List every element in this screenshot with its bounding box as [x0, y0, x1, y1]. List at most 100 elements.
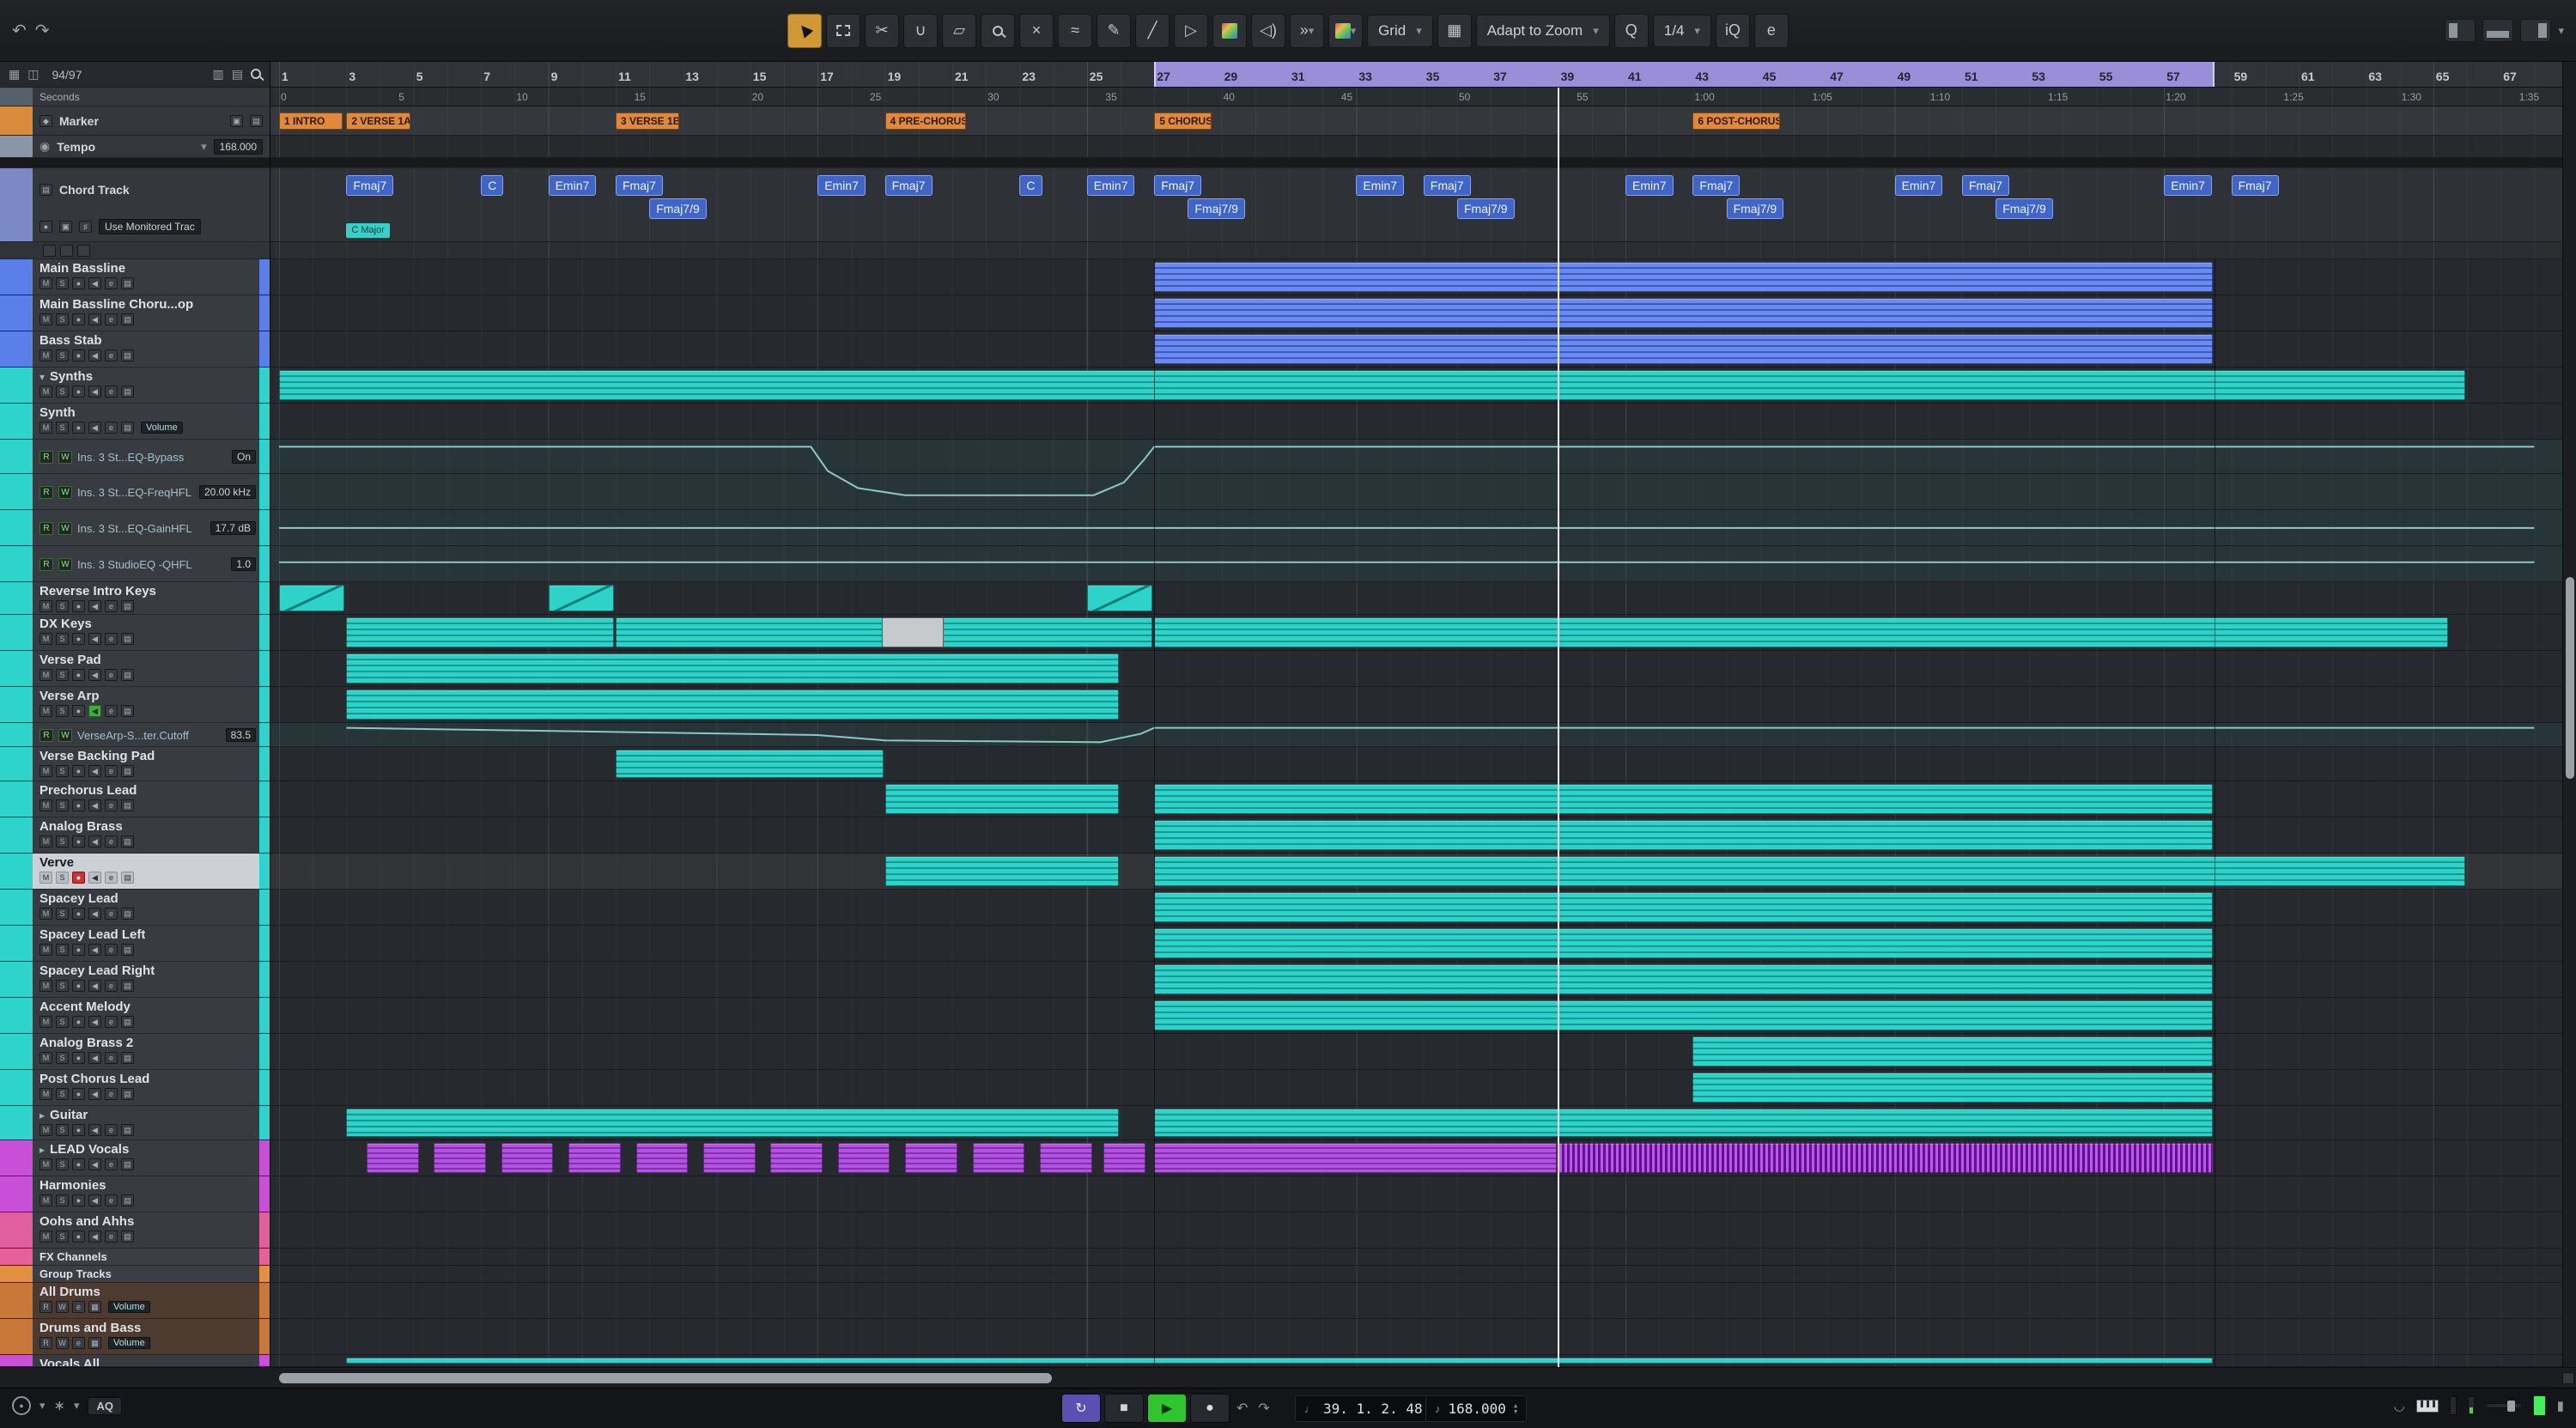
play-button[interactable]: ▶ [1147, 1394, 1187, 1423]
chord-event[interactable]: Fmaj7/9 [1457, 198, 1515, 219]
solo-button[interactable]: S [56, 980, 69, 992]
track-color[interactable] [0, 440, 33, 473]
solo-button[interactable]: S [56, 349, 69, 362]
mute-button[interactable]: M [39, 386, 52, 398]
track-search-icon[interactable] [251, 68, 261, 82]
solo-button[interactable]: S [56, 799, 69, 811]
solo-button[interactable]: S [56, 705, 69, 717]
mute-button[interactable]: M [39, 669, 52, 681]
solo-button[interactable]: S [56, 872, 69, 884]
track-synth[interactable]: SynthMS●◀e▤Volume [0, 404, 270, 440]
track-color[interactable] [0, 962, 33, 997]
undo-icon[interactable]: ↶ [12, 20, 27, 41]
track-verse-arp[interactable]: Verse ArpMS●◀e▤ [0, 687, 270, 723]
playhead-cursor[interactable] [1558, 88, 1559, 1367]
erase-tool[interactable]: ▱ [942, 14, 976, 48]
draw-tool[interactable]: ✎ [1097, 14, 1131, 48]
automation-button[interactable]: ▤ [121, 1194, 134, 1206]
record-mode-caret-icon[interactable]: ▾ [39, 1399, 46, 1413]
lane-main-bassline-choru-op[interactable] [270, 295, 2562, 331]
track-reverse-intro-keys[interactable]: Reverse Intro KeysMS●◀e▤ [0, 582, 270, 615]
track-vocals-all[interactable]: Vocals AllMS●◀e▤ [0, 1355, 270, 1367]
output-level-fader[interactable] [2486, 1403, 2522, 1408]
volume-parameter[interactable]: Volume [108, 1337, 150, 1349]
mute-button[interactable]: M [39, 944, 52, 956]
channel-settings-button[interactable]: ▦ [88, 1301, 101, 1313]
region[interactable] [1154, 262, 2213, 292]
lane-verse-arp[interactable] [270, 687, 2562, 723]
position-display[interactable]: ♩ 39. 1. 2. 48 ▲▼ [1295, 1395, 1443, 1422]
mute-button[interactable]: M [39, 872, 52, 884]
automation-button[interactable]: ▤ [121, 765, 134, 777]
mute-tool[interactable]: × [1019, 14, 1054, 48]
chord-event[interactable]: Emin7 [817, 175, 866, 196]
mute-button[interactable]: M [39, 980, 52, 992]
region[interactable] [770, 1143, 823, 1173]
vertical-scrollbar[interactable] [2562, 62, 2576, 1367]
lane-spacey-lead-right[interactable] [270, 962, 2562, 998]
track-spacey-lead[interactable]: Spacey LeadMS●◀e▤ [0, 890, 270, 926]
solo-button[interactable]: S [56, 765, 69, 777]
vertical-scroll-thumb[interactable] [2566, 577, 2574, 779]
lane-fx-channels[interactable] [270, 1249, 2562, 1266]
grid-type-icon[interactable]: ▦ [1437, 14, 1472, 48]
setup-toolbar-icon[interactable]: ▾ [2558, 24, 2564, 38]
automation-button[interactable]: ▤ [121, 386, 134, 398]
automation-button[interactable]: ▤ [121, 633, 134, 645]
record-arm-button[interactable]: ● [72, 705, 85, 717]
track-color[interactable] [0, 1355, 33, 1366]
automation-button[interactable]: ▤ [121, 313, 134, 325]
automation-button[interactable]: ▤ [121, 1088, 134, 1100]
automation-button[interactable]: ▤ [121, 1231, 134, 1243]
monitor-button[interactable]: ◀ [88, 669, 101, 681]
track-color[interactable] [0, 1106, 33, 1139]
record-arm-button[interactable]: ● [72, 1231, 85, 1243]
glue-tool[interactable]: ∪ [903, 14, 938, 48]
read-automation-button[interactable]: R [39, 522, 53, 535]
track-guitar[interactable]: ▸GuitarMS●◀e▤ [0, 1106, 270, 1140]
track-fx-channels[interactable]: FX Channels [0, 1249, 270, 1266]
mute-button[interactable]: M [39, 765, 52, 777]
monitor-button[interactable]: ◀ [88, 1016, 101, 1028]
monitor-button[interactable]: ◀ [88, 349, 101, 362]
solo-button[interactable]: S [56, 422, 69, 434]
region[interactable] [346, 653, 1119, 684]
edit-channel-button[interactable]: e [105, 1052, 118, 1064]
record-arm-button[interactable]: ● [72, 799, 85, 811]
record-arm-button[interactable]: ● [72, 765, 85, 777]
channel-settings-button[interactable]: ▦ [88, 1337, 101, 1349]
record-arm-button[interactable]: ● [72, 872, 85, 884]
region[interactable] [1692, 1036, 2213, 1066]
region[interactable] [549, 585, 614, 611]
track-verse-pad[interactable]: Verse PadMS●◀e▤ [0, 651, 270, 687]
record-arm-button[interactable]: ● [72, 1194, 85, 1206]
lower-zone-toggle[interactable] [2482, 19, 2513, 42]
chord-event[interactable]: Emin7 [549, 175, 597, 196]
track-color[interactable] [0, 474, 33, 509]
region[interactable] [882, 617, 944, 647]
lane-bass-stab[interactable] [270, 331, 2562, 368]
horizontal-scroll-thumb[interactable] [279, 1373, 1052, 1383]
chord-event[interactable]: Fmaj7 [2232, 175, 2279, 196]
automation-curve[interactable] [270, 440, 2562, 582]
track-color[interactable] [0, 687, 33, 722]
track-color[interactable] [0, 295, 33, 331]
partial-lane[interactable] [270, 242, 2562, 259]
time-format-icon[interactable]: ♩ [1304, 1402, 1315, 1415]
automation-curve[interactable] [270, 723, 2562, 747]
record-arm-button[interactable]: ● [72, 1158, 85, 1170]
monitor-button[interactable]: ◀ [88, 633, 101, 645]
region[interactable] [1154, 617, 2448, 647]
record-mode-icon[interactable]: ● [12, 1396, 31, 1415]
edit-channel-button[interactable]: e [105, 1194, 118, 1206]
chord-track[interactable]: ▤ Chord Track ● ▣ ♯ Use Monitored Trac [0, 168, 270, 242]
snap-on-off-icon[interactable]: Q [1614, 14, 1649, 48]
lane-reverse-intro-keys[interactable] [270, 582, 2562, 615]
lane-verve[interactable] [270, 854, 2562, 890]
edit-channel-button[interactable]: e [105, 799, 118, 811]
event-display[interactable] [270, 259, 2562, 1367]
track-color[interactable] [0, 368, 33, 403]
monitor-button[interactable]: ◀ [88, 872, 101, 884]
track-color[interactable] [0, 1319, 33, 1354]
ruler-track-seconds[interactable]: Seconds [0, 88, 270, 106]
